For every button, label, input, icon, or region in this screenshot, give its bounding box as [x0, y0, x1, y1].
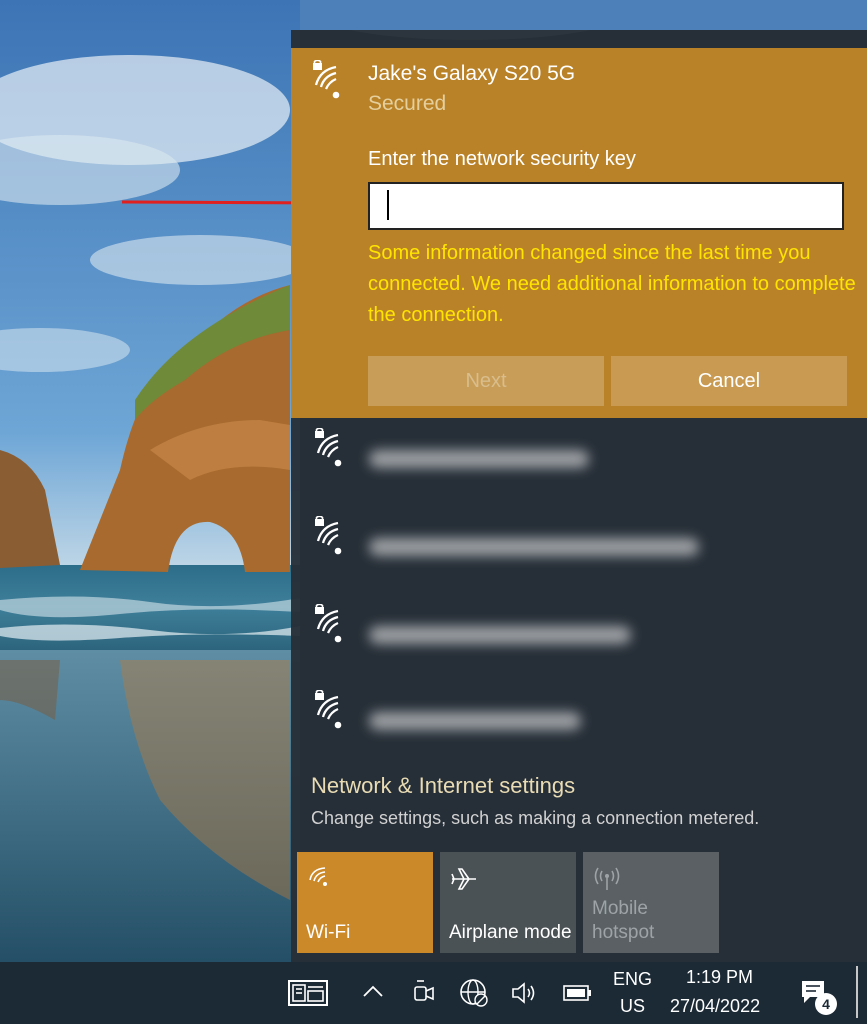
news-icon[interactable]: [288, 980, 328, 1011]
wifi-secured-icon: [309, 516, 349, 560]
text-caret: [387, 190, 389, 220]
battery-icon[interactable]: [563, 984, 593, 1007]
selected-network-panel: Jake's Galaxy S20 5G Secured Enter the n…: [291, 48, 867, 418]
network-list-item[interactable]: [291, 682, 867, 770]
connection-warning: Some information changed since the last …: [368, 242, 856, 326]
airplane-mode-tile[interactable]: Airplane mode: [440, 852, 576, 953]
next-button[interactable]: Next: [368, 356, 604, 406]
security-key-label: Enter the network security key: [368, 148, 636, 170]
show-desktop-button[interactable]: [856, 966, 858, 1018]
network-ssid: Jake's Galaxy S20 5G: [368, 62, 576, 85]
language-indicator[interactable]: ENG: [613, 969, 652, 990]
cancel-button[interactable]: Cancel: [611, 356, 847, 406]
blurred-network-name: [369, 538, 699, 556]
meet-now-icon[interactable]: [413, 979, 435, 1010]
hotspot-icon: [593, 866, 621, 898]
mobile-hotspot-tile[interactable]: Mobile hotspot: [583, 852, 719, 953]
airplane-tile-label: Airplane mode: [449, 922, 572, 943]
chevron-up-icon[interactable]: [362, 984, 384, 1003]
airplane-icon: [450, 866, 478, 898]
wifi-icon: [307, 866, 331, 894]
hotspot-tile-label: Mobile hotspot: [592, 898, 655, 943]
wifi-toggle-tile[interactable]: Wi-Fi: [297, 852, 433, 953]
network-list-item[interactable]: [291, 420, 867, 508]
security-key-input[interactable]: [368, 182, 844, 230]
wifi-secured-icon: [309, 690, 349, 734]
network-settings-description: Change settings, such as making a connec…: [311, 808, 760, 828]
notification-count-badge: 4: [815, 993, 837, 1015]
network-globe-icon[interactable]: [459, 978, 489, 1013]
network-list-item[interactable]: [291, 508, 867, 596]
blurred-network-name: [369, 450, 589, 468]
wifi-tile-label: Wi-Fi: [306, 922, 351, 943]
keyboard-layout-indicator[interactable]: US: [620, 996, 645, 1017]
clock-date[interactable]: 27/04/2022: [670, 996, 760, 1017]
network-list-item[interactable]: [291, 596, 867, 684]
network-settings-link[interactable]: Network & Internet settings: [311, 773, 575, 799]
blurred-network-name: [369, 626, 631, 644]
blurred-network-name: [369, 712, 581, 730]
wifi-secured-icon: [307, 60, 347, 104]
wifi-secured-icon: [309, 428, 349, 472]
clock-time[interactable]: 1:19 PM: [686, 967, 753, 988]
volume-icon[interactable]: [511, 981, 539, 1010]
network-status: Secured: [368, 92, 447, 115]
wifi-secured-icon: [309, 604, 349, 648]
